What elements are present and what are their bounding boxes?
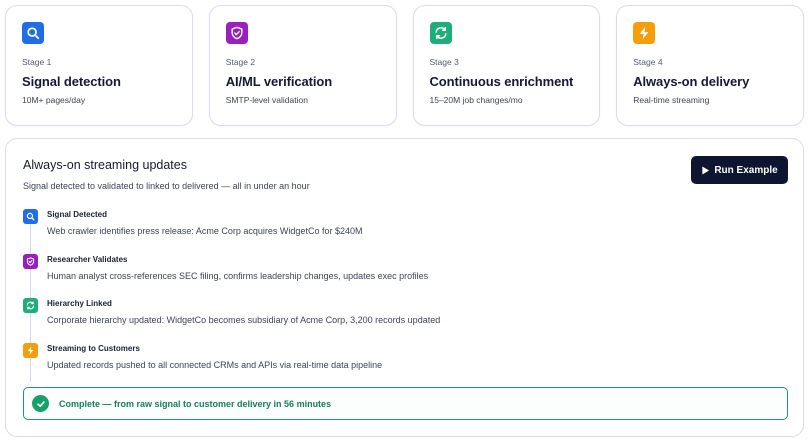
search-icon [22,22,44,44]
timeline-step-signal-detected: Signal Detected Web crawler identifies p… [23,209,783,245]
timeline-step-hierarchy-linked: Hierarchy Linked Corporate hierarchy upd… [23,298,783,334]
stage-number: Stage 4 [633,57,663,67]
run-example-button[interactable]: Run Example [691,156,788,184]
stage-title: AI/ML verification [225,74,333,89]
check-circle-icon [32,395,49,412]
step-title: Hierarchy Linked [47,299,112,308]
completion-banner: Complete — from raw signal to customer d… [23,387,788,420]
refresh-icon [429,22,452,44]
step-description: Updated records pushed to all connected … [47,360,383,370]
stage-subtitle: Real-time streaming [633,95,710,105]
stage-title: Continuous enrichment [429,74,574,89]
stage-card-always-on-delivery: Stage 4 Always-on delivery Real-time str… [616,5,804,126]
shield-check-icon [225,22,248,44]
stage-title: Always-on delivery [633,74,750,89]
stage-card-continuous-enrichment: Stage 3 Continuous enrichment 15–20M job… [412,5,601,126]
timeline-step-researcher-validates: Researcher Validates Human analyst cross… [23,254,783,290]
stage-number: Stage 2 [225,57,256,67]
streaming-updates-panel: Always-on streaming updates Signal detec… [5,138,804,437]
step-title: Streaming to Customers [47,344,140,353]
stage-card-signal-detection: Stage 1 Signal detection 10M+ pages/day [5,5,193,126]
panel-title: Always-on streaming updates [23,158,187,172]
stage-subtitle: SMTP-level validation [225,95,308,105]
lightning-icon [633,22,656,44]
step-description: Corporate hierarchy updated: WidgetCo be… [47,315,441,325]
run-example-label: Run Example [714,164,778,176]
stage-number: Stage 1 [22,57,52,67]
stage-subtitle: 10M+ pages/day [22,95,86,105]
lightning-icon [23,343,38,358]
step-title: Researcher Validates [47,255,128,264]
stage-number: Stage 3 [429,57,459,67]
step-description: Web crawler identifies press release: Ac… [47,226,363,236]
timeline-step-streaming-to-customers: Streaming to Customers Updated records p… [23,343,783,379]
stage-cards: Stage 1 Signal detection 10M+ pages/day … [5,5,804,126]
play-icon [702,165,710,175]
shield-check-icon [23,254,38,269]
search-icon [23,209,38,224]
step-title: Signal Detected [47,210,108,219]
panel-subtitle: Signal detected to validated to linked t… [23,181,310,191]
stage-card-ai-ml-verification: Stage 2 AI/ML verification SMTP-level va… [208,5,397,126]
step-description: Human analyst cross-references SEC filin… [47,271,429,281]
stage-subtitle: 15–20M job changes/mo [429,95,523,105]
refresh-icon [23,298,38,313]
stage-title: Signal detection [22,74,121,89]
completion-text: Complete — from raw signal to customer d… [59,398,332,409]
